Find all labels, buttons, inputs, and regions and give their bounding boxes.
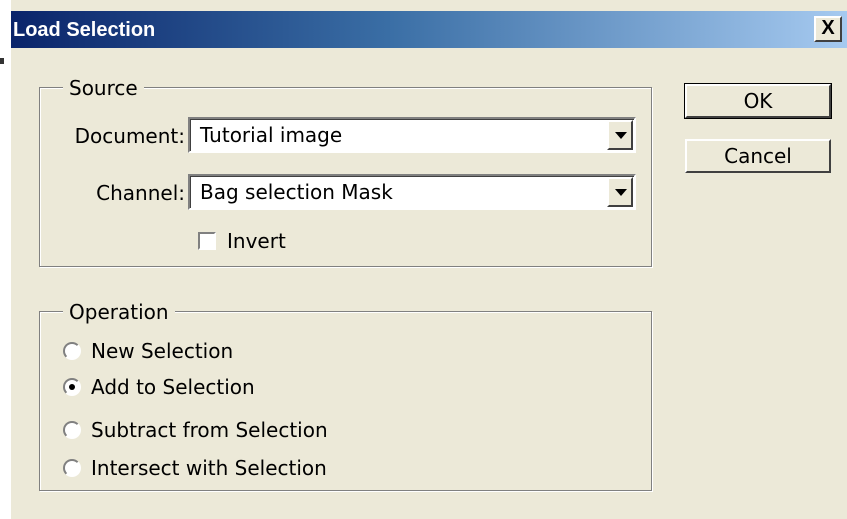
source-legend: Source (63, 76, 144, 100)
radio-button[interactable] (63, 342, 81, 360)
background-window-mark (0, 58, 4, 64)
radio-button[interactable] (63, 421, 81, 439)
radio-label: New Selection (91, 339, 234, 363)
channel-select[interactable]: Bag selection Mask (188, 174, 636, 210)
document-select[interactable]: Tutorial image (188, 117, 636, 153)
close-icon: X (821, 17, 835, 39)
invert-label[interactable]: Invert (227, 229, 286, 253)
invert-checkbox[interactable] (198, 232, 216, 250)
chevron-down-icon (615, 132, 627, 139)
radio-button[interactable] (63, 459, 81, 477)
channel-label: Channel: (96, 181, 185, 205)
background-window-edge (0, 0, 10, 519)
operation-legend: Operation (63, 300, 175, 324)
chevron-down-icon (615, 189, 627, 196)
channel-select-value: Bag selection Mask (200, 180, 393, 204)
radio-label: Subtract from Selection (91, 418, 328, 442)
document-select-value: Tutorial image (200, 123, 343, 147)
ok-button[interactable]: OK (684, 83, 832, 119)
channel-select-dropdown-button[interactable] (607, 177, 633, 207)
document-label: Document: (74, 124, 185, 148)
load-selection-dialog: Load Selection X Source Document: Tutori… (10, 0, 847, 519)
document-select-dropdown-button[interactable] (607, 120, 633, 150)
close-button[interactable]: X (814, 16, 842, 42)
dialog-title: Load Selection (13, 19, 156, 41)
radio-label: Intersect with Selection (91, 456, 327, 480)
radio-button-selected[interactable] (63, 378, 81, 396)
cancel-button[interactable]: Cancel (685, 139, 831, 173)
radio-label: Add to Selection (91, 375, 255, 399)
radio-dot-icon (69, 384, 75, 390)
